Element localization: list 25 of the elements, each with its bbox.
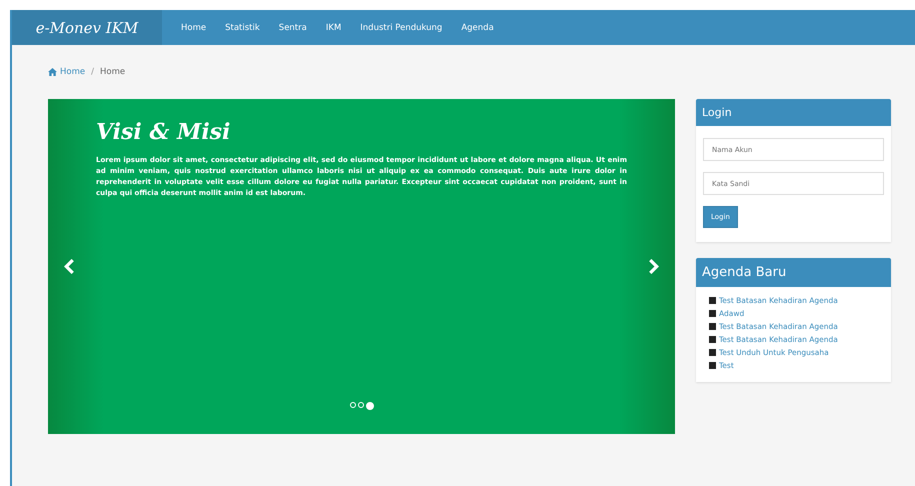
square-icon <box>709 310 716 317</box>
slide-title: Visi & Misi <box>96 119 232 145</box>
panel-heading: Login <box>696 99 891 126</box>
breadcrumb-current: Home <box>100 67 126 77</box>
panel-heading: Agenda Baru <box>696 258 891 287</box>
nav-link[interactable]: Industri Pendukung <box>360 22 442 32</box>
square-icon <box>709 297 716 304</box>
carousel-indicator[interactable] <box>366 402 374 410</box>
square-icon <box>709 336 716 343</box>
breadcrumb-separator: / <box>91 67 94 77</box>
chevron-left-icon[interactable] <box>64 259 75 274</box>
nav-link[interactable]: Home <box>181 22 206 32</box>
home-icon <box>48 68 57 76</box>
carousel-indicator[interactable] <box>358 402 364 408</box>
nav-link[interactable]: Sentra <box>278 22 307 32</box>
breadcrumb-link[interactable]: Home <box>60 67 86 77</box>
nav-link[interactable]: IKM <box>326 22 342 32</box>
carousel-indicator[interactable] <box>350 402 356 408</box>
nav-link[interactable]: Agenda <box>461 22 494 32</box>
square-icon <box>709 349 716 356</box>
square-icon <box>709 362 716 369</box>
nav-link[interactable]: Statistik <box>225 22 260 32</box>
square-icon <box>709 323 716 330</box>
brand-logo[interactable]: e-Monev IKM <box>12 10 162 45</box>
chevron-right-icon[interactable] <box>648 259 659 274</box>
